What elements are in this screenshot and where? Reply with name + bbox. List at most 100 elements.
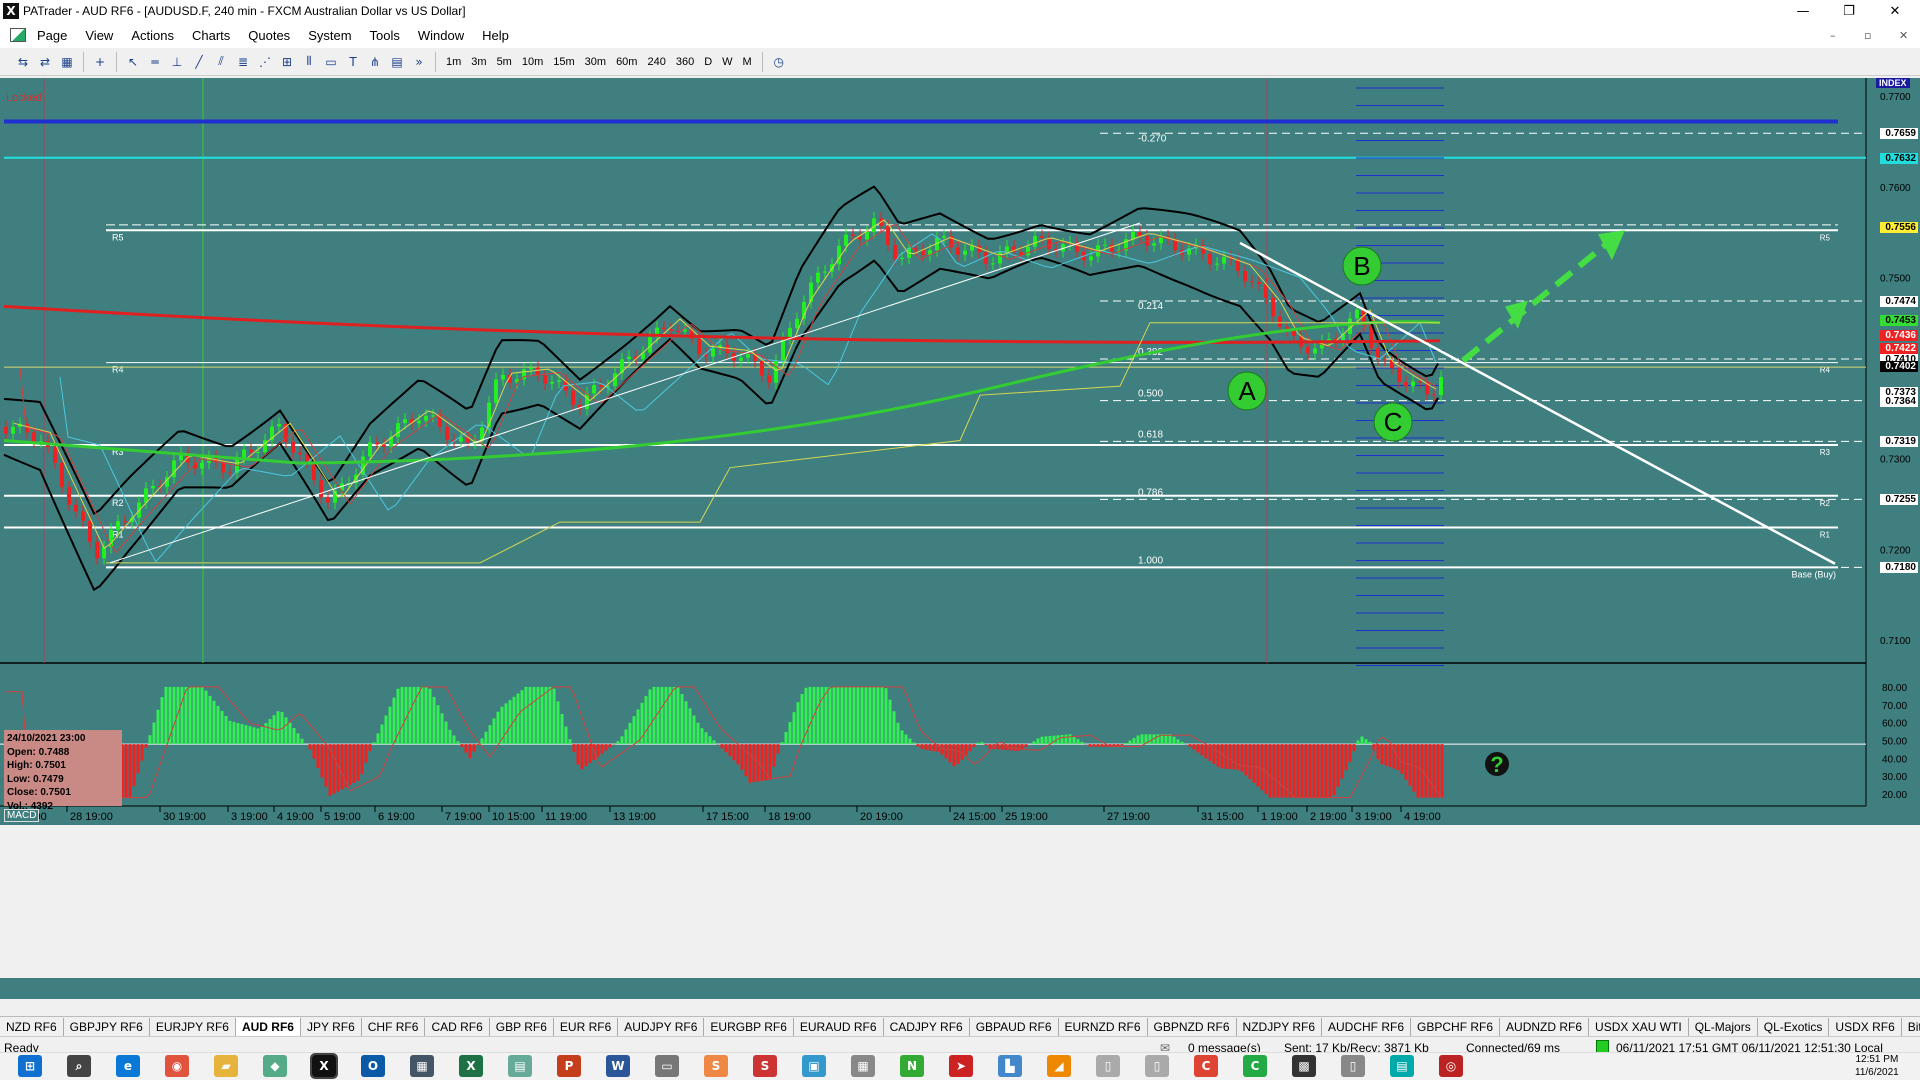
timeframe-60m[interactable]: 60m (611, 56, 642, 68)
gridlines-icon[interactable]: ▤ (389, 54, 405, 70)
mdi-close-button[interactable]: ✕ (1899, 29, 1908, 42)
menu-quotes[interactable]: Quotes (239, 28, 299, 43)
snagit-icon[interactable]: S (704, 1055, 728, 1077)
timeframe-5m[interactable]: 5m (492, 56, 517, 68)
app-icon[interactable]: ◎ (1439, 1055, 1463, 1077)
app-icon[interactable]: ◆ (263, 1055, 287, 1077)
symbol-tab[interactable]: AUDNZD RF6 (1500, 1017, 1590, 1036)
restore-button[interactable]: ❐ (1826, 0, 1872, 22)
pointer-icon[interactable]: ↖ (125, 54, 141, 70)
symbol-tab[interactable]: JPY RF6 (301, 1017, 362, 1036)
search-icon[interactable]: ⌕ (67, 1055, 91, 1077)
close-button[interactable]: ✕ (1872, 0, 1918, 22)
timeframe-10m[interactable]: 10m (517, 56, 548, 68)
chart-icon[interactable]: ▦ (59, 54, 75, 70)
app-icon[interactable]: ➤ (949, 1055, 973, 1077)
app-icon[interactable]: ▤ (508, 1055, 532, 1077)
menu-system[interactable]: System (299, 28, 360, 43)
file-explorer-icon[interactable]: ▰ (214, 1055, 238, 1077)
symbol-tab[interactable]: GBP RF6 (490, 1017, 554, 1036)
menu-charts[interactable]: Charts (183, 28, 239, 43)
symbol-tab[interactable]: CADJPY RF6 (884, 1017, 970, 1036)
app-icon[interactable]: ▤ (1390, 1055, 1414, 1077)
chrome-icon[interactable]: ◉ (165, 1055, 189, 1077)
powerpoint-icon[interactable]: P (557, 1055, 581, 1077)
price-chart[interactable]: -0.2700.2140.3820.5000.6180.7861.000R5 R5… (0, 78, 1920, 999)
symbol-tab[interactable]: CAD RF6 (425, 1017, 490, 1036)
arrange-icon[interactable]: ⇆ (15, 54, 31, 70)
timeframe-360[interactable]: 360 (671, 56, 699, 68)
app-icon[interactable]: ▭ (655, 1055, 679, 1077)
chart-area[interactable]: -0.270 0.214 0.382 0.500 0.618 0.786 1.000 R5 R5… (0, 78, 1920, 999)
app-icon[interactable]: ▙ (998, 1055, 1022, 1077)
word-icon[interactable]: W (606, 1055, 630, 1077)
symbol-tab[interactable]: QL-Majors (1689, 1017, 1758, 1036)
text-icon[interactable]: T (345, 54, 361, 70)
patrader-icon[interactable]: X (310, 1053, 338, 1079)
vline-icon[interactable]: ⊥ (169, 54, 185, 70)
symbol-tab[interactable]: Bitcoin (1902, 1018, 1920, 1036)
gann-icon[interactable]: ⊞ (279, 54, 295, 70)
menu-help[interactable]: Help (473, 28, 518, 43)
timeframe-W[interactable]: W (717, 56, 737, 68)
symbol-tab[interactable]: EURAUD RF6 (794, 1017, 884, 1036)
clock-icon[interactable]: ◷ (771, 54, 787, 70)
more-icon[interactable]: » (411, 54, 427, 70)
symbol-tab[interactable]: AUD RF6 (235, 1017, 301, 1036)
app-icon[interactable]: ▯ (1096, 1055, 1120, 1077)
symbol-tab[interactable]: GBPJPY RF6 (64, 1017, 150, 1036)
symbol-tab[interactable]: EURGBP RF6 (704, 1017, 794, 1036)
hline-icon[interactable]: ═ (147, 54, 163, 70)
channel-icon[interactable]: ⫽ (213, 54, 229, 70)
symbol-tab[interactable]: AUDCHF RF6 (1322, 1017, 1412, 1036)
app-icon[interactable]: ▩ (1292, 1055, 1316, 1077)
crosshair-icon[interactable]: + (92, 54, 108, 70)
timeframe-15m[interactable]: 15m (548, 56, 579, 68)
app-icon[interactable]: N (900, 1055, 924, 1077)
symbol-tab[interactable]: EURJPY RF6 (150, 1017, 236, 1036)
app-icon[interactable]: ◢ (1047, 1055, 1071, 1077)
fibfan-icon[interactable]: ⋰ (257, 54, 273, 70)
app-icon[interactable]: C (1194, 1055, 1218, 1077)
symbol-tab[interactable]: USDX XAU WTI (1589, 1017, 1689, 1036)
timeframe-30m[interactable]: 30m (580, 56, 611, 68)
app-icon[interactable]: ▯ (1341, 1055, 1365, 1077)
excel-icon[interactable]: X (459, 1055, 483, 1077)
symbol-tab[interactable]: CHF RF6 (362, 1017, 426, 1036)
rect-icon[interactable]: ▭ (323, 54, 339, 70)
timeframe-240[interactable]: 240 (642, 56, 670, 68)
app-icon[interactable]: ▦ (851, 1055, 875, 1077)
symbol-tab[interactable]: EURNZD RF6 (1059, 1017, 1148, 1036)
cycle-icon[interactable]: ⦀ (301, 54, 317, 70)
menu-view[interactable]: View (76, 28, 122, 43)
app-icon[interactable]: C (1243, 1055, 1267, 1077)
symbol-tab[interactable]: GBPCHF RF6 (1411, 1017, 1501, 1036)
menu-window[interactable]: Window (409, 28, 473, 43)
trendline-icon[interactable]: ╱ (191, 54, 207, 70)
timeframe-M[interactable]: M (738, 56, 757, 68)
app-icon[interactable]: ▣ (802, 1055, 826, 1077)
app-icon[interactable]: S (753, 1055, 777, 1077)
arrange2-icon[interactable]: ⇄ (37, 54, 53, 70)
calculator-icon[interactable]: ▦ (410, 1055, 434, 1077)
mdi-minimize-button[interactable]: – (1830, 29, 1836, 42)
menu-page[interactable]: Page (28, 28, 76, 43)
mdi-restore-button[interactable]: ▫ (1864, 29, 1871, 42)
outlook-icon[interactable]: O (361, 1055, 385, 1077)
symbol-tab[interactable]: NZD RF6 (0, 1017, 64, 1036)
app-icon[interactable]: ▯ (1145, 1055, 1169, 1077)
symbol-tab[interactable]: AUDJPY RF6 (618, 1017, 705, 1036)
symbol-tab[interactable]: NZDJPY RF6 (1237, 1017, 1322, 1036)
symbol-tab[interactable]: QL-Exotics (1758, 1017, 1830, 1036)
menu-actions[interactable]: Actions (122, 28, 183, 43)
menu-tools[interactable]: Tools (361, 28, 409, 43)
timeframe-3m[interactable]: 3m (466, 56, 491, 68)
symbol-tab[interactable]: GBPAUD RF6 (970, 1017, 1059, 1036)
taskbar-clock[interactable]: 12:51 PM 11/6/2021 (1855, 1053, 1899, 1079)
minimize-button[interactable]: — (1780, 0, 1826, 22)
fib-icon[interactable]: ≣ (235, 54, 251, 70)
symbol-tab[interactable]: USDX RF6 (1829, 1017, 1902, 1036)
windows-start-icon[interactable]: ⊞ (18, 1055, 42, 1077)
edge-icon[interactable]: e (116, 1055, 140, 1077)
timeframe-D[interactable]: D (699, 56, 717, 68)
